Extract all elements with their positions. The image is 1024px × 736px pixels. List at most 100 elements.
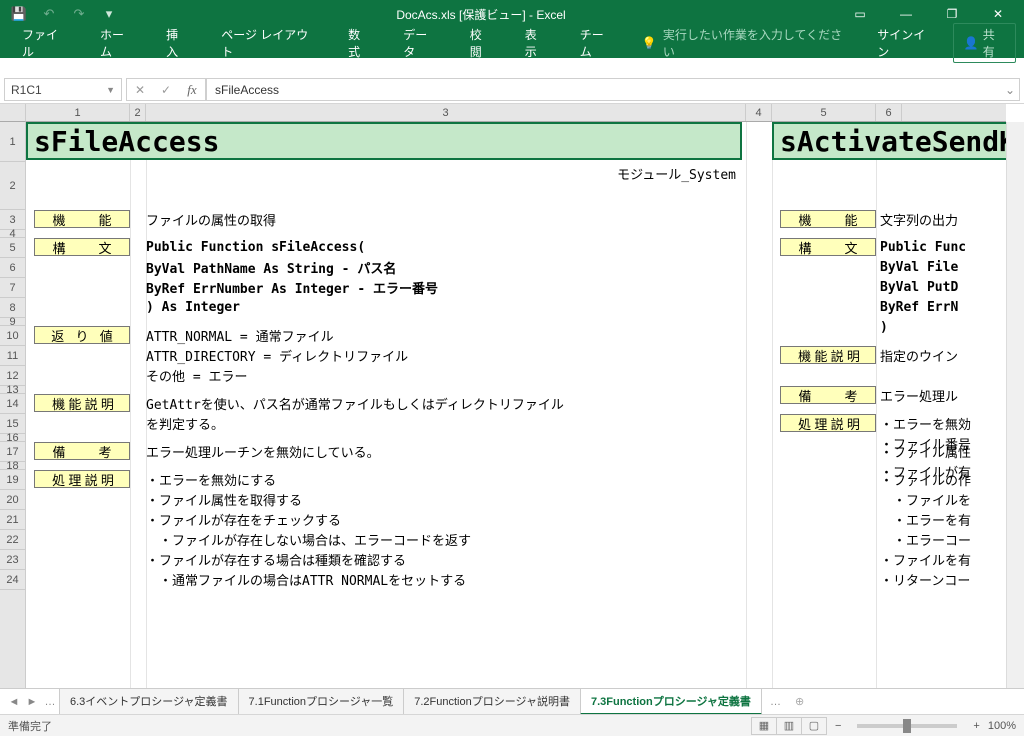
sheet-tab[interactable]: 6.3イベントプロシージャ定義書 — [59, 689, 239, 715]
tab-team[interactable]: チーム — [566, 20, 628, 66]
tab-file[interactable]: ファイル — [8, 20, 82, 66]
sheet-tab[interactable]: 7.2Functionプロシージャ説明書 — [403, 689, 581, 715]
label-r-shori: 処 理 説 明 — [780, 414, 876, 432]
vertical-scrollbar[interactable] — [1006, 122, 1024, 688]
minimize-button[interactable]: — — [884, 0, 928, 28]
tell-me-placeholder: 実行したい作業を入力してください — [663, 26, 845, 60]
sheet-nav-next[interactable]: ► — [24, 696, 40, 708]
text-r5: Public Function sFileAccess( — [146, 238, 365, 256]
cell-module-name: モジュール_System — [146, 164, 736, 182]
text-r-r3b: 文字列の出力 — [880, 210, 958, 228]
row-header[interactable]: 7 — [0, 278, 25, 298]
row-header[interactable]: 13 — [0, 386, 25, 394]
status-bar: 準備完了 ▦ ▥ ▢ − + 100% — [0, 714, 1024, 736]
row-header[interactable]: 11 — [0, 346, 25, 366]
row-header[interactable]: 22 — [0, 530, 25, 550]
new-sheet-button[interactable]: ⊕ — [789, 695, 810, 708]
row-header[interactable]: 16 — [0, 434, 25, 442]
column-header[interactable]: 3 — [146, 104, 746, 121]
view-page-layout-button[interactable]: ▥ — [776, 717, 802, 735]
sheet-nav-more[interactable]: … — [42, 696, 58, 708]
tab-data[interactable]: データ — [389, 20, 452, 66]
row-header[interactable]: 5 — [0, 238, 25, 258]
cancel-formula-button[interactable]: ✕ — [127, 83, 153, 97]
signin-link[interactable]: サインイン — [863, 26, 949, 60]
name-box-value: R1C1 — [11, 83, 42, 97]
row-header[interactable]: 21 — [0, 510, 25, 530]
label-kinou: 機 能 — [34, 210, 130, 228]
undo-button[interactable]: ↶ — [36, 3, 62, 25]
tab-formulas[interactable]: 数式 — [334, 20, 385, 66]
text-r3: ファイルの属性の取得 — [146, 210, 276, 228]
sheet-nav-prev[interactable]: ◄ — [6, 696, 22, 708]
sheet-tab[interactable]: 7.3Functionプロシージャ定義書 — [580, 689, 762, 715]
text-r-r9b: ) — [880, 318, 888, 336]
column-header[interactable]: 1 — [26, 104, 130, 121]
tab-page-layout[interactable]: ページ レイアウト — [207, 20, 330, 66]
tell-me-box[interactable]: 💡 実行したい作業を入力してください — [632, 26, 855, 60]
formula-buttons: ✕ ✓ fx — [126, 78, 206, 101]
view-buttons: ▦ ▥ ▢ — [752, 717, 827, 735]
row-header[interactable]: 9 — [0, 318, 25, 326]
row-header[interactable]: 14 — [0, 394, 25, 414]
zoom-in-button[interactable]: + — [973, 720, 979, 732]
sheet-tab[interactable]: 7.1Functionプロシージャ一覧 — [238, 689, 405, 715]
column-header[interactable]: 2 — [130, 104, 146, 121]
insert-function-button[interactable]: fx — [179, 82, 205, 98]
view-page-break-button[interactable]: ▢ — [801, 717, 827, 735]
text-r19: ・エラーを無効にする — [146, 470, 276, 488]
label-r-kisetsu: 機 能 説 明 — [780, 346, 876, 364]
row-header[interactable]: 18 — [0, 462, 25, 470]
sheet-nav: ◄ ► … — [6, 696, 58, 708]
zoom-out-button[interactable]: − — [835, 720, 841, 732]
column-header[interactable]: 4 — [746, 104, 772, 121]
text-r-r20b: ・ファイルを — [880, 490, 971, 508]
text-r10: ATTR_NORMAL = 通常ファイル — [146, 326, 334, 344]
tab-review[interactable]: 校閲 — [456, 20, 507, 66]
view-normal-button[interactable]: ▦ — [751, 717, 777, 735]
tab-insert[interactable]: 挿入 — [152, 20, 203, 66]
status-ready: 準備完了 — [8, 718, 52, 734]
row-header[interactable]: 19 — [0, 470, 25, 490]
zoom-slider[interactable] — [857, 724, 957, 728]
row-header[interactable]: 1 — [0, 122, 25, 162]
row-header[interactable]: 20 — [0, 490, 25, 510]
cells-viewport[interactable]: sFileAccesssActivateSendKモジュール_System機 能… — [26, 122, 1006, 688]
select-all-corner[interactable] — [0, 104, 26, 122]
zoom-level[interactable]: 100% — [988, 720, 1016, 732]
sheet-tab-bar: ◄ ► … 6.3イベントプロシージャ定義書7.1Functionプロシージャ一… — [0, 688, 1024, 714]
formula-bar[interactable]: sFileAccess ⌄ — [206, 78, 1020, 101]
row-header[interactable]: 23 — [0, 550, 25, 570]
text-r-r17b: ・ファイル属性 — [880, 442, 971, 460]
text-r-r13b: エラー処理ル — [880, 386, 958, 404]
row-header[interactable]: 4 — [0, 230, 25, 238]
name-box-dropdown-icon[interactable]: ▼ — [106, 85, 115, 95]
label-bikou: 備 考 — [34, 442, 130, 460]
redo-button[interactable]: ↷ — [66, 3, 92, 25]
name-box[interactable]: R1C1 ▼ — [4, 78, 122, 101]
tab-home[interactable]: ホーム — [86, 20, 148, 66]
column-header[interactable]: 5 — [772, 104, 876, 121]
row-header[interactable]: 2 — [0, 162, 25, 210]
row-header[interactable]: 6 — [0, 258, 25, 278]
label-r-bikou: 備 考 — [780, 386, 876, 404]
text-r15: を判定する。 — [146, 414, 224, 432]
expand-formula-bar-icon[interactable]: ⌄ — [1005, 83, 1015, 97]
text-r-r22b: ・エラーコー — [880, 530, 971, 548]
sheet-more-icon[interactable]: … — [764, 696, 787, 708]
enter-formula-button[interactable]: ✓ — [153, 83, 179, 97]
zoom-slider-thumb[interactable] — [903, 719, 911, 733]
column-header[interactable]: 6 — [876, 104, 902, 121]
label-kisetsu: 機 能 説 明 — [34, 394, 130, 412]
row-header[interactable]: 24 — [0, 570, 25, 590]
text-r6: ByVal PathName As String - パス名 — [146, 258, 396, 276]
share-button[interactable]: 👤 共有 — [953, 23, 1016, 63]
text-r14: GetAttrを使い、パス名が通常ファイルもしくはディレクトリファイル — [146, 394, 564, 412]
label-r-kinou: 機 能 — [780, 210, 876, 228]
ribbon-display-options[interactable]: ▭ — [838, 0, 882, 28]
text-r-r11b: 指定のウイン — [880, 346, 958, 364]
text-r-r24b: ・リターンコー — [880, 570, 970, 588]
tab-view[interactable]: 表示 — [511, 20, 562, 66]
cell-title-sactivatesend: sActivateSendK — [772, 122, 1006, 160]
row-header[interactable]: 10 — [0, 326, 25, 346]
